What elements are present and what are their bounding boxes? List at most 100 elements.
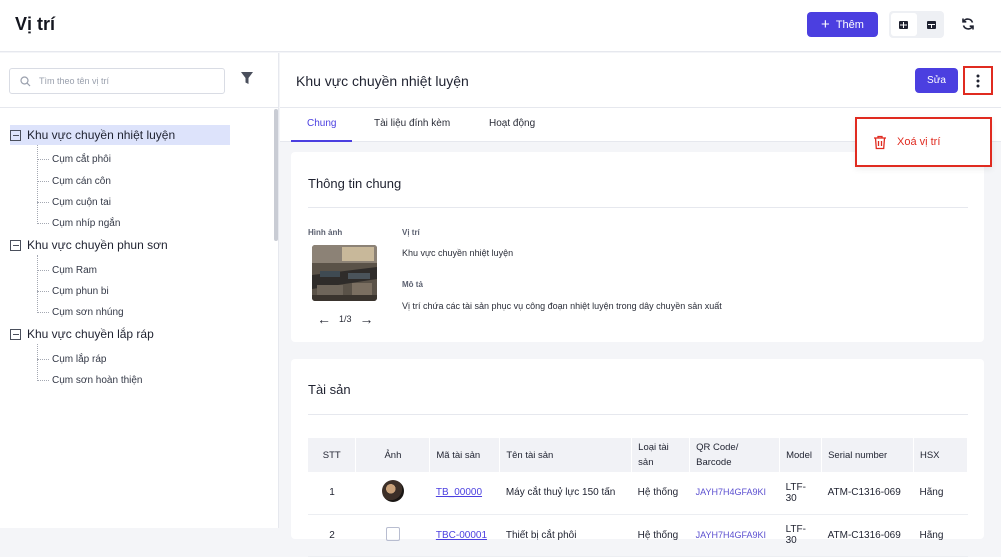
collapse-icon[interactable]: [10, 129, 21, 141]
column-header[interactable]: Mã tài sản: [429, 438, 501, 472]
location-sidebar: Khu vực chuyền nhiệt luyện Cụm cắt phôi …: [0, 53, 279, 528]
tree-connector: [37, 202, 49, 203]
tree-child-item[interactable]: Cụm cắt phôi: [52, 149, 111, 169]
asset-type: Hệ thống: [631, 472, 690, 515]
asset-qr-cell: JAYH7H4GFA9KI: [689, 514, 780, 557]
more-options-button[interactable]: [963, 66, 993, 95]
page-title: Vị trí: [15, 14, 56, 34]
tree-group-label: Khu vực chuyền lắp ráp: [27, 327, 154, 341]
table-row[interactable]: 2 TBC-00001 Thiết bị cắt phôi Hệ thống J…: [308, 514, 968, 557]
table-header-row: STT Ảnh Mã tài sản Tên tài sản Loại tài …: [308, 438, 969, 472]
asset-code-link[interactable]: TB_00000: [436, 487, 482, 498]
column-header[interactable]: HSX: [913, 438, 969, 472]
location-value: Khu vực chuyền nhiệt luyện: [402, 248, 514, 258]
search-box: [9, 68, 225, 94]
column-header[interactable]: Model: [779, 438, 823, 472]
location-label: Vị trí: [402, 228, 420, 237]
general-info-heading: Thông tin chung: [308, 176, 402, 191]
asset-name: Thiết bị cắt phôi: [499, 514, 632, 557]
plus-icon: +: [821, 16, 830, 33]
location-photo-image: [312, 245, 377, 301]
filter-icon: [241, 72, 253, 84]
tree-child-item[interactable]: Cụm Ram: [52, 260, 97, 280]
tree-child-item[interactable]: Cụm sơn hoàn thiện: [52, 370, 143, 390]
tree-child-item[interactable]: Cụm sơn nhúng: [52, 302, 124, 322]
tree-connector: [37, 344, 38, 381]
tree-connector: [37, 312, 49, 313]
location-title: Khu vực chuyền nhiệt luyện: [296, 73, 469, 89]
image-placeholder-icon: [385, 526, 400, 541]
asset-model: LTF-30: [779, 472, 822, 515]
row-index: 1: [308, 472, 356, 515]
tree-group-item[interactable]: Khu vực chuyền phun sơn: [10, 235, 168, 255]
tree-connector: [37, 159, 49, 160]
tree-group-item[interactable]: Khu vực chuyền nhiệt luyện: [10, 125, 230, 145]
assets-heading: Tài sản: [308, 382, 351, 397]
tree-child-item[interactable]: Cụm nhíp ngắn: [52, 213, 120, 233]
column-header[interactable]: Serial number: [821, 438, 914, 472]
card-divider: [308, 414, 968, 415]
list-view-icon: [899, 20, 909, 29]
search-icon: [20, 75, 31, 86]
sidebar-scrollbar[interactable]: [274, 109, 278, 241]
tab-attachments[interactable]: Tài liệu đính kèm: [374, 118, 450, 142]
prev-arrow-icon[interactable]: ←: [317, 311, 331, 327]
column-header[interactable]: Ảnh: [355, 438, 431, 472]
column-header[interactable]: Loại tài sản: [631, 438, 691, 472]
assets-table: STT Ảnh Mã tài sản Tên tài sản Loại tài …: [308, 438, 969, 557]
tree-connector: [37, 359, 49, 360]
asset-model: LTF-30: [779, 514, 822, 557]
top-bar: Vị trí + Thêm: [0, 0, 1001, 52]
trash-icon: [874, 135, 886, 149]
tree-child-item[interactable]: Cụm lắp ráp: [52, 349, 106, 369]
tree-connector: [37, 380, 49, 381]
tree-view-toggle[interactable]: [919, 11, 945, 38]
refresh-button[interactable]: [958, 14, 978, 34]
asset-maker: Hãng: [913, 472, 968, 515]
tree-view-icon: [926, 20, 936, 29]
edit-button[interactable]: Sửa: [915, 68, 958, 93]
asset-type: Hệ thống: [631, 514, 690, 557]
tree-child-item[interactable]: Cụm phun bi: [52, 281, 109, 301]
delete-location-item[interactable]: Xoá vị trí: [897, 136, 940, 148]
tab-general[interactable]: Chung: [291, 118, 353, 142]
next-arrow-icon[interactable]: →: [360, 311, 374, 327]
view-toggle: [889, 11, 944, 38]
refresh-icon: [962, 18, 974, 30]
general-info-card: Thông tin chung Hình ảnh ← 1/3 → Vị trí …: [291, 152, 984, 342]
tree-connector: [37, 223, 49, 224]
tree-group-label: Khu vực chuyền phun sơn: [27, 238, 168, 252]
column-header[interactable]: Tên tài sản: [499, 438, 633, 472]
tree-child-item[interactable]: Cụm cán côn: [52, 171, 111, 191]
more-vertical-icon: [976, 74, 980, 87]
tree-connector: [37, 145, 38, 224]
asset-thumbnail: [355, 514, 430, 557]
options-dropdown: Xoá vị trí: [855, 117, 992, 167]
asset-image: [381, 480, 404, 503]
column-header[interactable]: STT: [308, 438, 357, 472]
column-header[interactable]: QR Code/ Barcode: [689, 438, 781, 472]
tab-activity[interactable]: Hoạt động: [489, 118, 535, 142]
tree-group-item[interactable]: Khu vực chuyền lắp ráp: [10, 324, 154, 344]
image-pager-count: 1/3: [339, 314, 352, 324]
location-photo[interactable]: [312, 245, 377, 301]
image-pager: ← 1/3 →: [317, 311, 374, 327]
collapse-icon[interactable]: [10, 328, 21, 340]
list-view-toggle[interactable]: [891, 13, 917, 36]
search-input[interactable]: [39, 76, 199, 86]
table-row[interactable]: 1 TB_00000 Máy cắt thuỷ lực 150 tấn Hệ t…: [308, 472, 968, 515]
description-label: Mô tả: [402, 280, 423, 289]
add-button[interactable]: + Thêm: [807, 12, 878, 37]
asset-code-cell: TB_00000: [429, 472, 500, 515]
asset-serial: ATM-C1316-069: [821, 514, 914, 557]
card-divider: [308, 207, 968, 208]
tree-child-item[interactable]: Cụm cuộn tai: [52, 192, 111, 212]
description-value: Vị trí chứa các tài sản phục vụ công đoạ…: [402, 301, 722, 311]
filter-button[interactable]: [241, 72, 257, 88]
detail-header: Khu vực chuyền nhiệt luyện Sửa: [280, 53, 1001, 108]
assets-card: Tài sản STT Ảnh Mã tài sản Tên tài sản L…: [291, 359, 984, 557]
tree-connector: [37, 181, 49, 182]
asset-code-link[interactable]: TBC-00001: [436, 530, 487, 541]
collapse-icon[interactable]: [10, 239, 21, 251]
row-index: 2: [308, 514, 356, 557]
